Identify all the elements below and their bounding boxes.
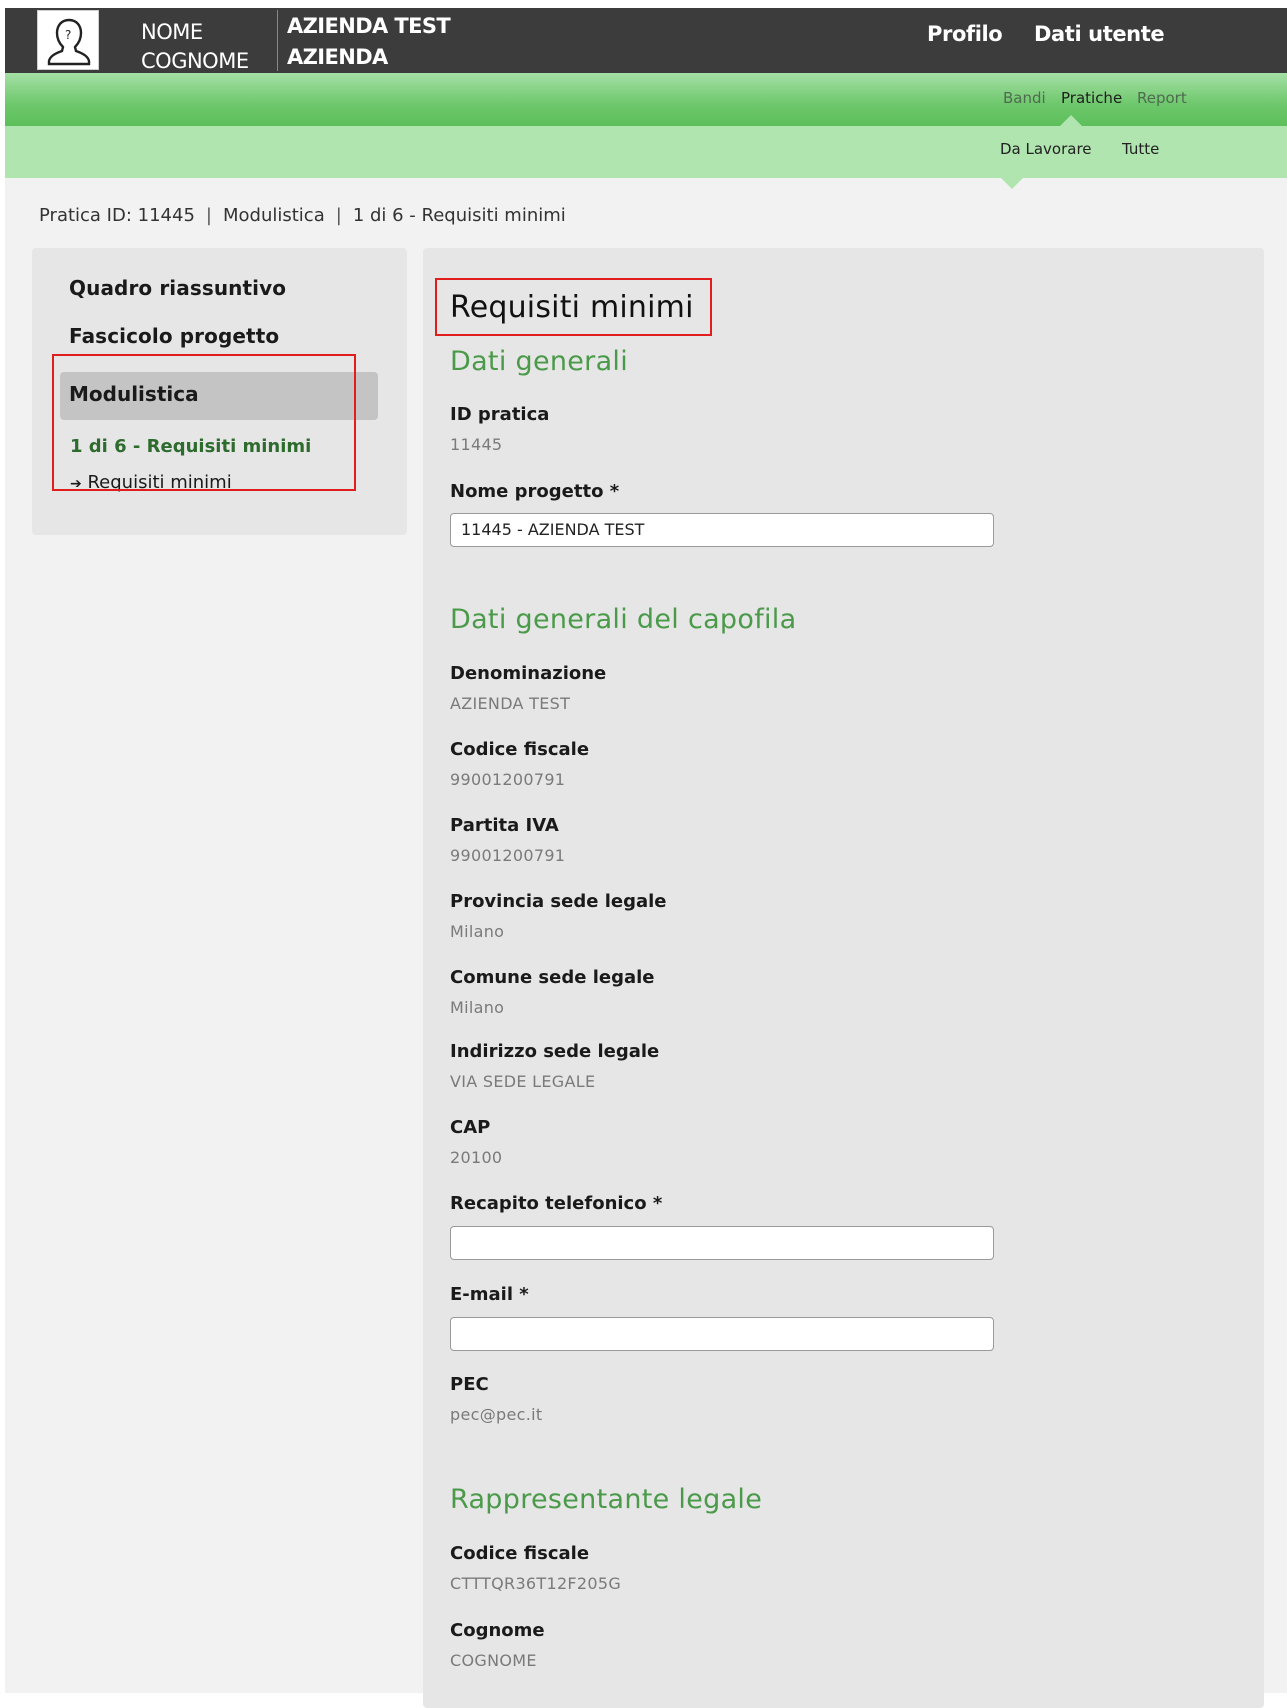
user-silhouette-icon: ? [47,18,91,66]
partita-iva-label: Partita IVA [450,815,559,836]
cap-value: 20100 [450,1148,503,1167]
codice-fiscale-label: Codice fiscale [450,739,590,760]
rl-cognome-value: COGNOME [450,1651,537,1670]
telefono-input[interactable] [450,1226,994,1260]
top-bar: ? NOME COGNOME AZIENDA TEST AZIENDA Prof… [5,8,1287,73]
page-title: Requisiti minimi [450,290,694,325]
email-input[interactable] [450,1317,994,1351]
dati-utente-link[interactable]: Dati utente [1034,22,1165,46]
page-frame: ? NOME COGNOME AZIENDA TEST AZIENDA Prof… [5,8,1287,1708]
comune-value: Milano [450,998,505,1017]
user-first-name: NOME [141,20,203,44]
denominazione-label: Denominazione [450,663,607,684]
pec-label: PEC [450,1374,489,1395]
partita-iva-value: 99001200791 [450,846,566,865]
breadcrumb: Pratica ID: 11445 | Modulistica | 1 di 6 - R… [39,205,566,226]
company-line1: AZIENDA TEST [287,14,451,38]
profilo-link[interactable]: Profilo [927,22,1003,46]
nav-tutte[interactable]: Tutte [1122,140,1159,158]
provincia-label: Provincia sede legale [450,891,667,912]
nome-progetto-label: Nome progetto * [450,481,620,502]
secondary-nav: Da Lavorare Tutte [5,126,1287,178]
section-dati-capofila: Dati generali del capofila [450,604,797,635]
sidebar-item-fascicolo-progetto[interactable]: Fascicolo progetto [69,324,279,348]
active-subnav-indicator [1001,178,1023,189]
rl-cognome-label: Cognome [450,1620,545,1641]
denominazione-value: AZIENDA TEST [450,694,571,713]
nav-da-lavorare[interactable]: Da Lavorare [1000,140,1092,158]
rl-codice-fiscale-label: Codice fiscale [450,1543,590,1564]
section-dati-generali: Dati generali [450,346,629,377]
breadcrumb-separator: | [335,205,342,226]
id-pratica-value: 11445 [450,435,503,454]
codice-fiscale-value: 99001200791 [450,770,566,789]
active-nav-indicator [1060,115,1082,126]
svg-text:?: ? [65,28,71,42]
company-name: AZIENDA TEST AZIENDA [287,11,451,73]
company-line2: AZIENDA [287,45,388,69]
avatar[interactable]: ? [37,10,99,70]
breadcrumb-separator: | [205,205,212,226]
sidebar-item-quadro-riassuntivo[interactable]: Quadro riassuntivo [69,276,286,300]
telefono-label: Recapito telefonico * [450,1193,663,1214]
comune-label: Comune sede legale [450,967,655,988]
provincia-value: Milano [450,922,505,941]
indirizzo-label: Indirizzo sede legale [450,1041,660,1062]
nav-report[interactable]: Report [1137,89,1187,107]
cap-label: CAP [450,1117,491,1138]
pec-value: pec@pec.it [450,1405,543,1424]
user-name: NOME COGNOME [141,18,271,76]
sidebar: Quadro riassuntivo Fascicolo progetto Mo… [32,248,407,535]
nome-progetto-input[interactable]: 11445 - AZIENDA TEST [450,513,994,547]
email-label: E-mail * [450,1284,529,1305]
header-divider [277,10,278,71]
breadcrumb-modulistica[interactable]: Modulistica [223,205,325,226]
id-pratica-label: ID pratica [450,404,550,425]
nav-bandi[interactable]: Bandi [1003,89,1046,107]
breadcrumb-pratica[interactable]: Pratica ID: 11445 [39,205,195,226]
primary-nav: Bandi Pratiche Report [5,73,1287,126]
user-last-name: COGNOME [141,49,249,73]
highlight-box [52,354,356,491]
indirizzo-value: VIA SEDE LEGALE [450,1072,596,1091]
rl-codice-fiscale-value: CTTTQR36T12F205G [450,1574,622,1593]
section-rappresentante-legale: Rappresentante legale [450,1484,763,1515]
main-panel: Requisiti minimi Dati generali ID pratic… [423,248,1264,1708]
nav-pratiche[interactable]: Pratiche [1061,89,1122,107]
breadcrumb-step: 1 di 6 - Requisiti minimi [352,205,566,226]
